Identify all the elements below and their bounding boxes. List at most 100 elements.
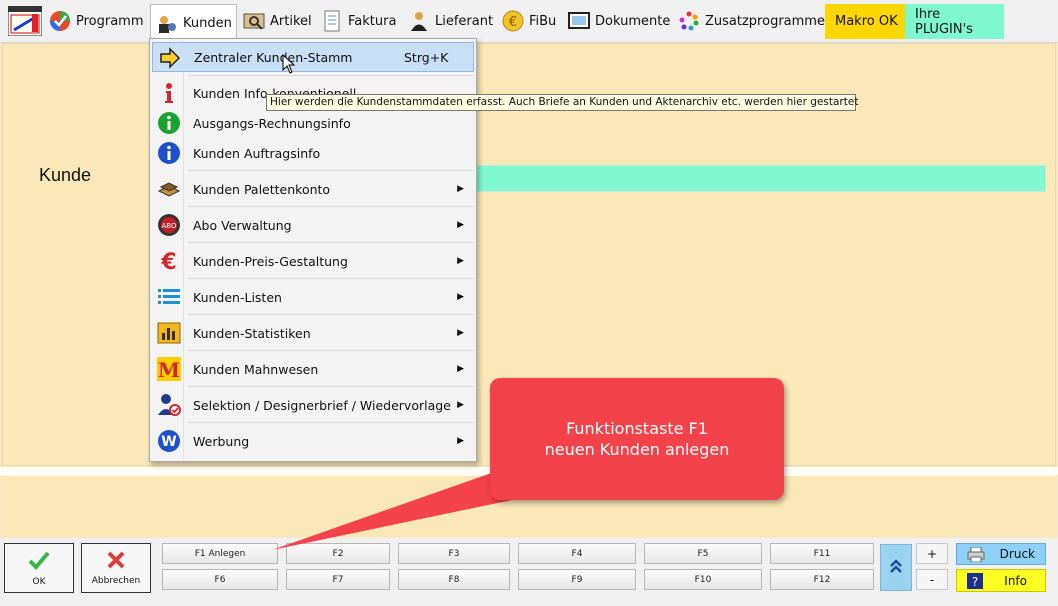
menu-item-zentraler-kunden-stamm[interactable]: Zentraler Kunden-Stamm Strg+K (152, 42, 474, 72)
svg-text:ABO: ABO (162, 222, 177, 230)
f2-button[interactable]: F2 (286, 543, 390, 564)
f12-button[interactable]: F12 (770, 569, 874, 590)
lieferant-icon (408, 10, 430, 32)
f5-button[interactable]: F5 (644, 543, 762, 564)
menu-lieferant[interactable]: Lieferant (403, 4, 498, 38)
f4-button[interactable]: F4 (518, 543, 636, 564)
makro-ok-badge[interactable]: Makro OK (825, 4, 908, 39)
menu-item-werbung[interactable]: W Werbung ▶ (152, 426, 474, 456)
menu-item-kunden-mahnwesen[interactable]: M Kunden Mahnwesen ▶ (152, 354, 474, 384)
menu-separator (188, 314, 474, 315)
app-logo-icon[interactable] (7, 5, 43, 37)
menu-item-abo-verwaltung[interactable]: ABO Abo Verwaltung ▶ (152, 210, 474, 240)
menu-item-kunden-auftragsinfo[interactable]: Kunden Auftragsinfo (152, 138, 474, 168)
menu-separator (188, 170, 474, 171)
arrow-right-icon (158, 46, 182, 70)
abo-icon: ABO (157, 213, 181, 237)
callout-line2: neuen Kunden anlegen (544, 440, 730, 459)
f9-button[interactable]: F9 (518, 569, 636, 590)
menu-item-label: Abo Verwaltung (193, 217, 292, 233)
info-red-icon (157, 81, 181, 105)
programm-icon (49, 10, 71, 32)
menu-item-label: Kunden-Preis-Gestaltung (193, 253, 348, 269)
menu-item-label: Kunden Palettenkonto (193, 181, 331, 197)
f3-label: F3 (448, 548, 460, 559)
menu-faktura[interactable]: Faktura (316, 4, 401, 38)
f6-label: F6 (214, 574, 226, 585)
menu-item-label: Kunden-Listen (193, 289, 282, 305)
menu-item-label: Zentraler Kunden-Stamm (194, 49, 353, 65)
ok-label: OK (32, 577, 46, 587)
f6-button[interactable]: F6 (162, 569, 278, 590)
plugin-label: Ihre PLUGIN's (915, 6, 973, 37)
minus-button[interactable]: - (916, 569, 948, 590)
plus-button[interactable]: + (916, 543, 948, 564)
menu-item-selektion[interactable]: Selektion / Designerbrief / Wiedervorlag… (152, 390, 474, 420)
menu-item-label: Selektion / Designerbrief / Wiedervorlag… (193, 397, 451, 413)
f7-label: F7 (332, 574, 344, 585)
f10-button[interactable]: F10 (644, 569, 762, 590)
menu-programm[interactable]: Programm (44, 4, 149, 38)
euro-coin-icon: € (502, 10, 524, 32)
submenu-arrow-icon: ▶ (457, 400, 464, 410)
info-green-icon (157, 111, 181, 135)
info-blue-icon (157, 141, 181, 165)
menu-item-kunden-preis-gestaltung[interactable]: € Kunden-Preis-Gestaltung ▶ (152, 246, 474, 276)
abbrechen-button[interactable]: Abbrechen (81, 543, 151, 593)
menu-item-kunden-listen[interactable]: Kunden-Listen ▶ (152, 282, 474, 312)
f11-button[interactable]: F11 (770, 543, 874, 564)
f1-label: F1 Anlegen (194, 548, 246, 559)
f7-button[interactable]: F7 (286, 569, 390, 590)
ok-button[interactable]: OK (4, 543, 74, 593)
kunde-field[interactable] (470, 165, 1046, 192)
zusatz-icon (678, 10, 700, 32)
menu-bar: Programm Kunden Artikel Faktura Lieferan… (0, 0, 1058, 43)
menu-dokumente-label: Dokumente (595, 13, 671, 29)
menu-dokumente[interactable]: Dokumente (563, 4, 675, 38)
f8-button[interactable]: F8 (398, 569, 510, 590)
dokumente-icon (568, 10, 590, 32)
menu-fibu[interactable]: € FiBu (497, 4, 561, 38)
menu-zusatzprogramme[interactable]: Zusatzprogramme (673, 4, 830, 38)
druck-label: Druck (999, 547, 1035, 561)
callout-line1: Funktionstaste F1 (566, 419, 708, 438)
submenu-arrow-icon: ▶ (457, 436, 464, 446)
menu-item-kunden-statistiken[interactable]: Kunden-Statistiken ▶ (152, 318, 474, 348)
menu-lieferant-label: Lieferant (435, 13, 494, 29)
f5-label: F5 (697, 548, 709, 559)
submenu-arrow-icon: ▶ (457, 220, 464, 230)
help-icon: ? (967, 573, 983, 592)
menu-kunden[interactable]: Kunden (150, 4, 237, 42)
druck-button[interactable]: Druck (956, 543, 1046, 565)
submenu-arrow-icon: ▶ (457, 292, 464, 302)
faktura-icon (321, 10, 343, 32)
callout-box: Funktionstaste F1 neuen Kunden anlegen (490, 378, 784, 500)
f8-label: F8 (448, 574, 460, 585)
menu-programm-label: Programm (76, 13, 144, 29)
menu-separator (188, 386, 474, 387)
kunde-label: Kunde (39, 165, 92, 185)
menu-item-kunden-palettenkonto[interactable]: Kunden Palettenkonto ▶ (152, 174, 474, 204)
scroll-up-button[interactable] (880, 544, 912, 591)
werbung-icon: W (157, 429, 181, 453)
menu-item-label: Werbung (193, 433, 250, 449)
plugin-badge[interactable]: Ihre PLUGIN's (905, 4, 1004, 39)
svg-text:?: ? (972, 575, 978, 589)
f3-button[interactable]: F3 (398, 543, 510, 564)
info-button[interactable]: ? Info (956, 569, 1046, 592)
list-icon (157, 285, 181, 309)
menu-artikel[interactable]: Artikel (238, 4, 317, 38)
f1-anlegen-button[interactable]: F1 Anlegen (162, 543, 278, 564)
f9-label: F9 (571, 574, 583, 585)
menu-item-ausgangs-rechnungsinfo[interactable]: Ausgangs-Rechnungsinfo (152, 108, 474, 138)
submenu-arrow-icon: ▶ (457, 328, 464, 338)
svg-text:M: M (158, 358, 180, 381)
menu-artikel-label: Artikel (270, 13, 312, 29)
euro-icon: € (157, 249, 181, 275)
menu-item-label: Kunden-Statistiken (193, 325, 311, 341)
f11-label: F11 (813, 548, 831, 559)
f4-label: F4 (571, 548, 583, 559)
menu-item-label: Kunden Auftragsinfo (193, 145, 321, 161)
f12-label: F12 (813, 574, 831, 585)
menu-separator (188, 75, 474, 76)
